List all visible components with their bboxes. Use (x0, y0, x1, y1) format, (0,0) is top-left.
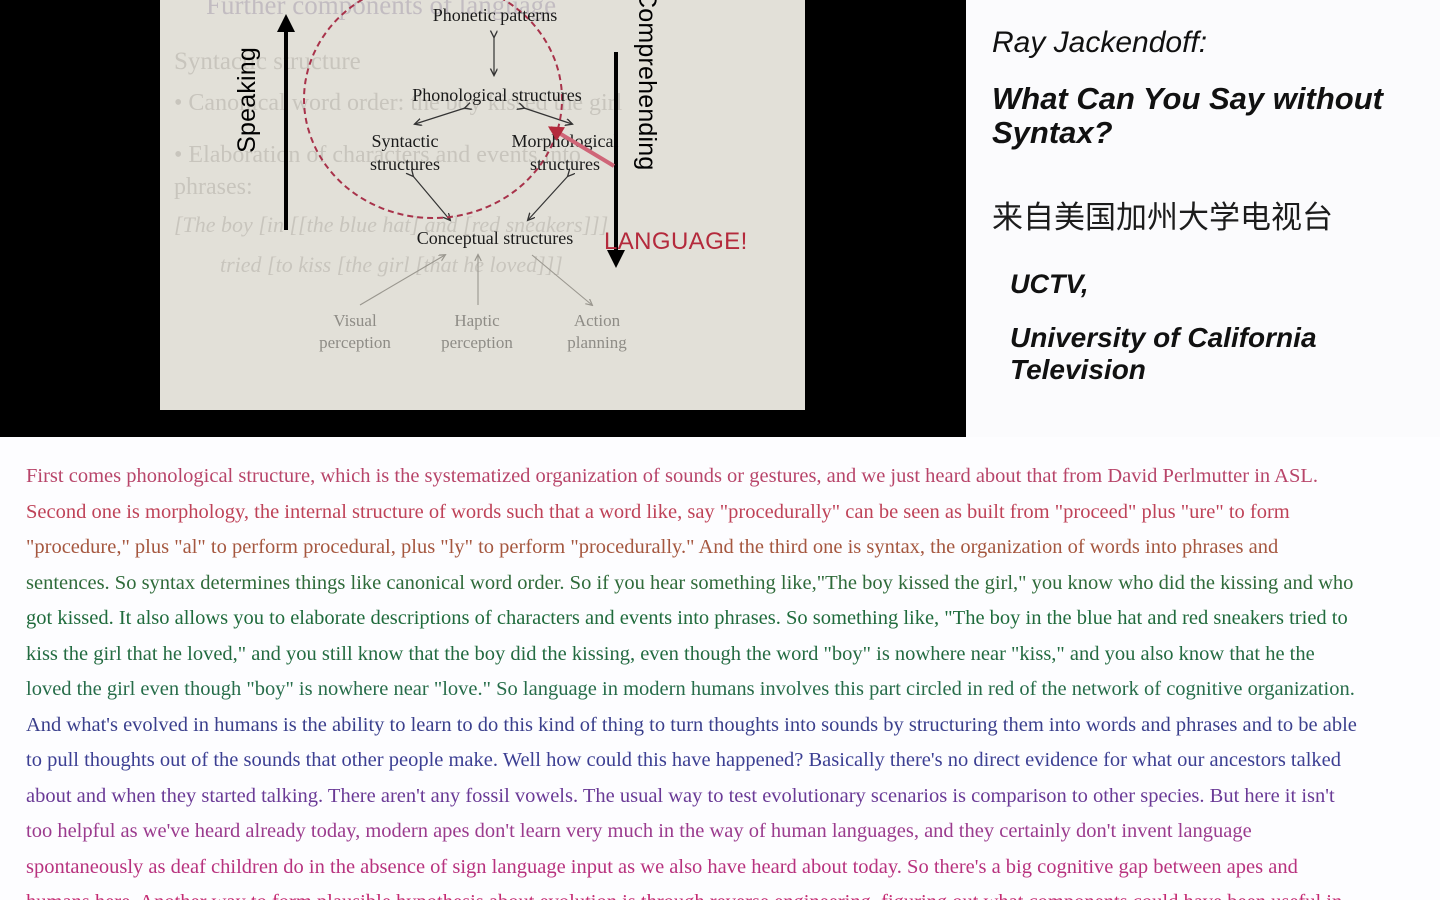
leaf-line-1: Haptic (454, 311, 500, 330)
speaking-arrow-icon (277, 14, 294, 230)
node-line-2: structures (530, 154, 600, 175)
network-abbreviation: UCTV, (1010, 269, 1089, 300)
talk-info-panel: Ray Jackendoff: What Can You Say without… (966, 0, 1440, 437)
node-line-1: Syntactic (371, 131, 439, 151)
transcript-line: spontaneously as deaf children do in the… (26, 855, 1298, 878)
diagram-node-conceptual-structures: Conceptual structures (416, 228, 574, 248)
transcript-line: got kissed. It also allows you to elabor… (26, 607, 1348, 629)
transcript-line: sentences. So syntax determines things l… (26, 571, 1354, 594)
transcript-line: First comes phonological structure, whic… (26, 465, 1319, 487)
comprehending-arrow-icon (607, 52, 624, 268)
transcript-line: "procedure," plus "al" to perform proced… (26, 536, 1279, 558)
diagram-node-phonological-structures: Phonological structures (412, 85, 582, 105)
transcript-line: And what's evolved in humans is the abil… (26, 713, 1357, 736)
label-comprehending: Comprehending (633, 0, 661, 171)
transcript-line: to pull thoughts out of the sounds that … (26, 749, 1342, 771)
video-player-stage[interactable]: Further components of language Syntactic… (0, 0, 966, 437)
chinese-source-line: 来自美国加州大学电视台 (992, 200, 1333, 237)
leaf-line-2: perception (441, 333, 513, 353)
talk-title: What Can You Say without Syntax? (992, 81, 1383, 151)
transcript-line: kiss the girl that he loved," and you st… (26, 642, 1315, 665)
leaf-line-1: Visual (333, 311, 377, 330)
diagram-leaf-visual-perception: Visual perception (290, 310, 420, 354)
diagram-node-syntactic-structures: Syntactic structures (345, 130, 465, 176)
cut-off-heading (992, 0, 1440, 20)
speaker-name: Ray Jackendoff: (992, 26, 1208, 59)
diagram-node-phonetic-patterns: Phonetic patterns (432, 5, 558, 25)
transcript-line: loved the girl even though "boy" is nowh… (26, 678, 1355, 700)
transcript-line: Second one is morphology, the internal s… (26, 500, 1290, 523)
top-row: Further components of language Syntactic… (0, 0, 1440, 437)
transcript-line: humans here. Another way to form plausib… (26, 885, 1414, 900)
leaf-line-2: perception (319, 333, 391, 353)
leaf-line-2: planning (567, 333, 627, 353)
transcript-panel[interactable]: First comes phonological structure, whic… (0, 437, 1440, 900)
transcript-line: about and when they started talking. The… (26, 784, 1335, 807)
node-line-2: structures (370, 154, 440, 175)
transcript-line: too helpful as we've heard already today… (26, 820, 1252, 842)
diagram-leaf-haptic-perception: Haptic perception (412, 310, 542, 354)
presentation-slide: Further components of language Syntactic… (160, 0, 805, 410)
language-callout-label: LANGUAGE! (604, 228, 748, 255)
diagram-leaf-action-planning: Action planning (532, 310, 662, 354)
leaf-line-1: Action (573, 311, 621, 330)
network-full-name: University of California Television (1010, 322, 1317, 385)
transcript-body: First comes phonological structure, whic… (26, 459, 1414, 900)
label-speaking: Speaking (233, 47, 261, 153)
video-lecture-page: Further components of language Syntactic… (0, 0, 1440, 900)
